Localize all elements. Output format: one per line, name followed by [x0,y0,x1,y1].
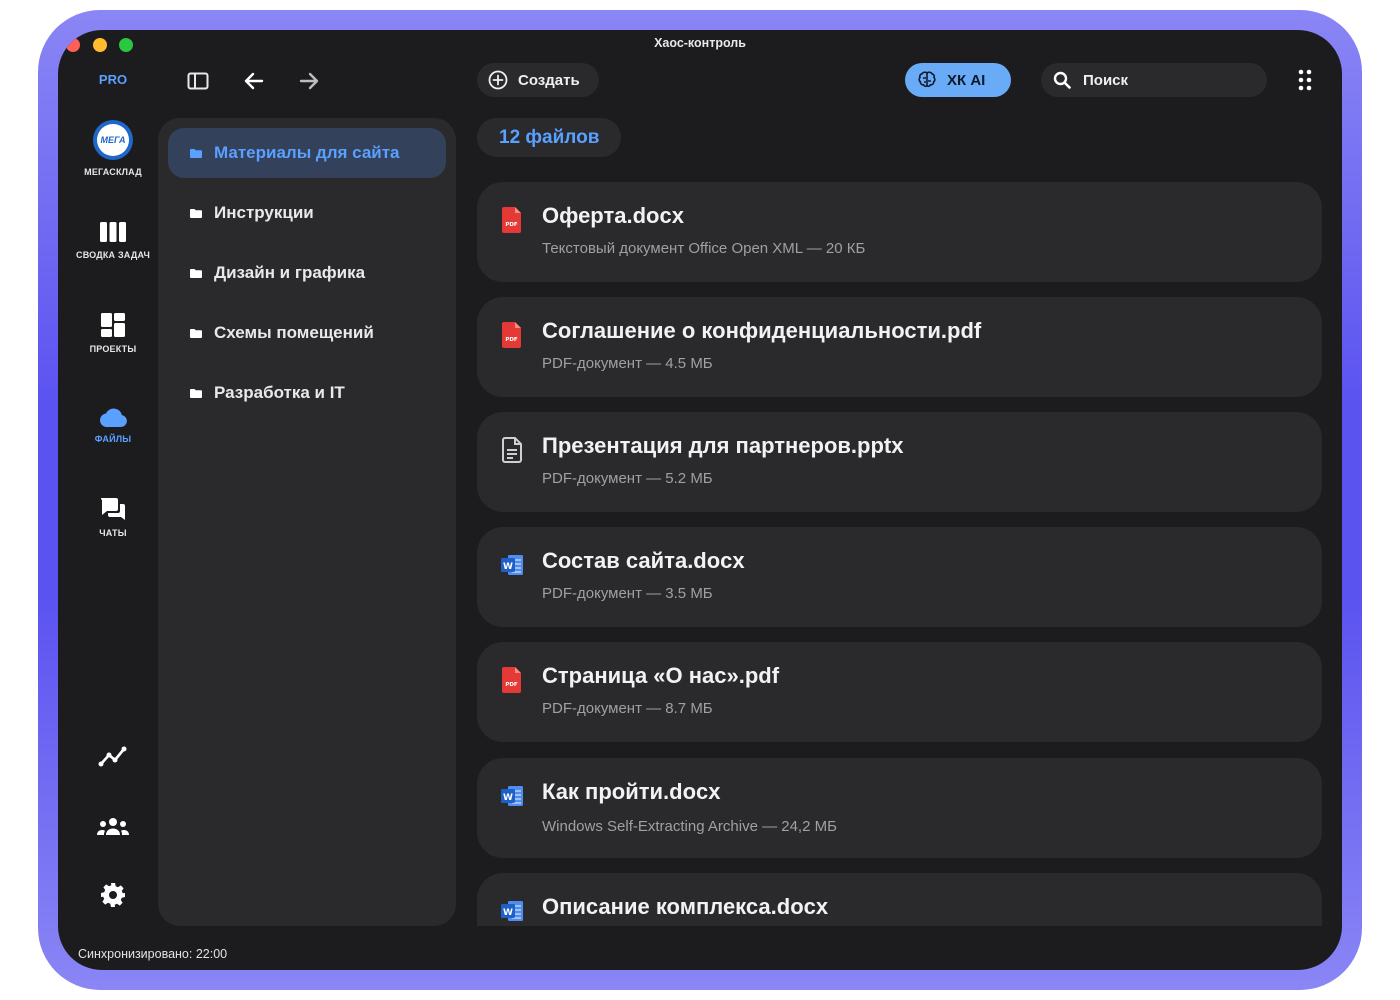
file-name: Страница «О нас».pdf [542,663,780,688]
title-bar: Хаос-контроль [58,30,1342,58]
svg-text:PDF: PDF [505,682,518,688]
arrow-left-icon [244,72,264,90]
svg-text:W: W [503,793,513,803]
file-item[interactable]: Презентация для партнеров.pptx PDF-докум… [477,412,1322,512]
pdf-icon: PDF [502,207,521,233]
folder-item-instructions[interactable]: Инструкции [168,188,446,238]
word-icon: W [501,786,523,806]
nav-workspace-megasklad[interactable]: МЕГА МЕГАСКЛАД [58,120,168,177]
workspace-logo: МЕГА [93,120,133,160]
forward-button[interactable] [294,66,324,96]
file-meta: PDF-документ — 8.7 МБ [542,700,713,717]
document-icon [502,437,522,463]
file-meta: PDF-документ — 3.5 МБ [542,585,713,602]
files-count-badge: 12 файлов [477,118,622,157]
settings-icon [101,883,125,907]
svg-text:PDF: PDF [505,222,518,228]
create-label: Создать [518,71,580,89]
file-item[interactable]: PDF Соглашение о конфиденциальности.pdf … [477,297,1322,397]
word-icon: W [501,555,523,575]
create-button[interactable]: Создать [477,63,599,97]
file-meta: Windows Self-Extracting Archive — 24,2 М… [542,818,837,835]
search-placeholder: Поиск [1083,71,1129,89]
word-icon: W [501,901,523,921]
sidebar-toggle-icon [187,72,209,90]
file-name: Как пройти.docx [542,779,721,804]
folder-item-development[interactable]: Разработка и IT [168,368,446,418]
file-item[interactable]: W Состав сайта.docx PDF-документ — 3.5 М… [477,527,1322,627]
folder-label: Разработка и IT [214,383,345,402]
chat-icon [100,498,125,520]
plan-badge: PRO [98,72,128,87]
arrow-right-icon [299,72,319,90]
nav-label: МЕГАСКЛАД [84,167,142,177]
sync-status: Синхронизировано: 22:00 [78,947,228,961]
svg-text:W: W [503,562,513,572]
kanban-icon [100,222,126,242]
folder-item-design[interactable]: Дизайн и графика [168,248,446,298]
nav-item-files[interactable]: ФАЙЛЫ [58,406,168,444]
file-item[interactable]: W Как пройти.docx Windows Self-Extractin… [477,758,1322,858]
nav-item-team[interactable] [58,816,168,838]
folder-label: Схемы помещений [214,323,374,342]
apps-menu-button[interactable] [1290,65,1320,95]
svg-text:PDF: PDF [505,337,518,343]
nav-item-chats[interactable]: ЧАТЫ [58,496,168,538]
svg-text:W: W [503,908,513,918]
folder-item-site-materials[interactable]: Материалы для сайта [168,128,446,178]
pdf-icon: PDF [502,322,521,348]
nav-item-projects[interactable]: ПРОЕКТЫ [58,312,168,354]
file-name: Соглашение о конфиденциальности.pdf [542,318,982,343]
nav-label: ФАЙЛЫ [94,434,132,444]
file-item[interactable]: W Описание комплекса.docx [477,873,1322,926]
folders-panel: Материалы для сайта Инструкции Дизайн и … [158,118,456,926]
file-list: PDF Оферта.docx Текстовый документ Offic… [477,182,1322,926]
folder-icon [190,388,202,398]
back-button[interactable] [239,66,269,96]
sidebar-toggle-button[interactable] [183,66,213,96]
cloud-icon [100,408,127,427]
search-icon [1053,71,1071,89]
folder-item-floor-plans[interactable]: Схемы помещений [168,308,446,358]
folder-icon [190,208,202,218]
ai-label: ХК AI [947,71,986,89]
file-item[interactable]: PDF Страница «О нас».pdf PDF-документ — … [477,642,1322,742]
analytics-icon [98,746,127,767]
file-meta: PDF-документ — 4.5 МБ [542,355,713,372]
team-icon [97,818,129,835]
file-name: Оферта.docx [542,203,684,228]
nav-label: ЧАТЫ [99,528,127,538]
ai-button[interactable]: ХК AI [905,63,1011,97]
nav-item-analytics[interactable] [58,746,168,768]
nav-label: СВОДКА ЗАДАЧ [76,250,150,260]
nav-label: ПРОЕКТЫ [89,344,137,354]
pdf-icon: PDF [502,667,521,693]
folder-label: Дизайн и графика [214,263,366,282]
folder-icon [190,328,202,338]
folder-icon [190,148,202,158]
file-name: Описание комплекса.docx [542,894,829,919]
file-meta: PDF-документ — 5.2 МБ [542,470,713,487]
grid-dots-icon [1298,69,1312,91]
file-name: Презентация для партнеров.pptx [542,433,904,458]
plus-circle-icon [488,70,508,90]
dashboard-icon [101,313,125,337]
nav-item-settings[interactable] [58,882,168,908]
brain-icon [918,71,936,88]
search-input[interactable]: Поиск [1041,63,1267,97]
file-meta: Текстовый документ Office Open XML — 20 … [542,240,866,257]
workspace-logo-text: МЕГА [97,124,129,156]
file-name: Состав сайта.docx [542,548,745,573]
file-item[interactable]: PDF Оферта.docx Текстовый документ Offic… [477,182,1322,282]
folder-icon [190,268,202,278]
folder-label: Инструкции [214,203,314,222]
folder-label: Материалы для сайта [214,143,400,162]
nav-item-task-summary[interactable]: СВОДКА ЗАДАЧ [58,220,168,260]
app-window: Хаос-контроль PRO Создать ХК AI Поиск МЕ… [58,30,1342,970]
window-title: Хаос-контроль [654,36,746,50]
